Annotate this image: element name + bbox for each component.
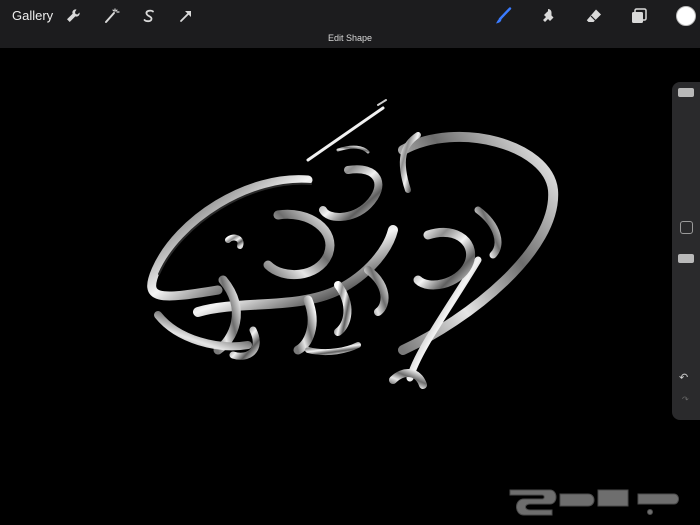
modify-button[interactable] xyxy=(680,221,693,234)
gallery-button[interactable]: Gallery xyxy=(12,8,53,23)
edit-shape-bar: Edit Shape xyxy=(0,32,700,48)
wrench-icon[interactable] xyxy=(64,7,82,25)
redo-icon[interactable]: ↷ xyxy=(682,395,689,404)
brush-sidebar: ↶ ↷ xyxy=(672,82,700,420)
drawing-canvas[interactable] xyxy=(8,50,700,525)
arrow-cursor-icon[interactable] xyxy=(177,7,195,25)
undo-icon[interactable]: ↶ xyxy=(679,371,688,384)
layers-icon[interactable] xyxy=(630,7,648,25)
opacity-slider-handle[interactable] xyxy=(678,254,694,263)
haraj-watermark-logo xyxy=(500,472,685,522)
calligraphy-artwork xyxy=(147,99,559,389)
brush-icon[interactable] xyxy=(494,7,512,25)
smudge-icon[interactable] xyxy=(539,7,557,25)
eraser-icon[interactable] xyxy=(585,7,603,25)
magic-wand-icon[interactable] xyxy=(102,7,120,25)
selection-s-icon[interactable] xyxy=(140,7,158,25)
brush-size-slider-handle[interactable] xyxy=(678,88,694,97)
haraj-logo xyxy=(509,489,679,516)
edit-shape-label[interactable]: Edit Shape xyxy=(0,33,700,43)
color-picker-swatch[interactable] xyxy=(676,6,696,26)
top-toolbar: Gallery xyxy=(0,0,700,32)
